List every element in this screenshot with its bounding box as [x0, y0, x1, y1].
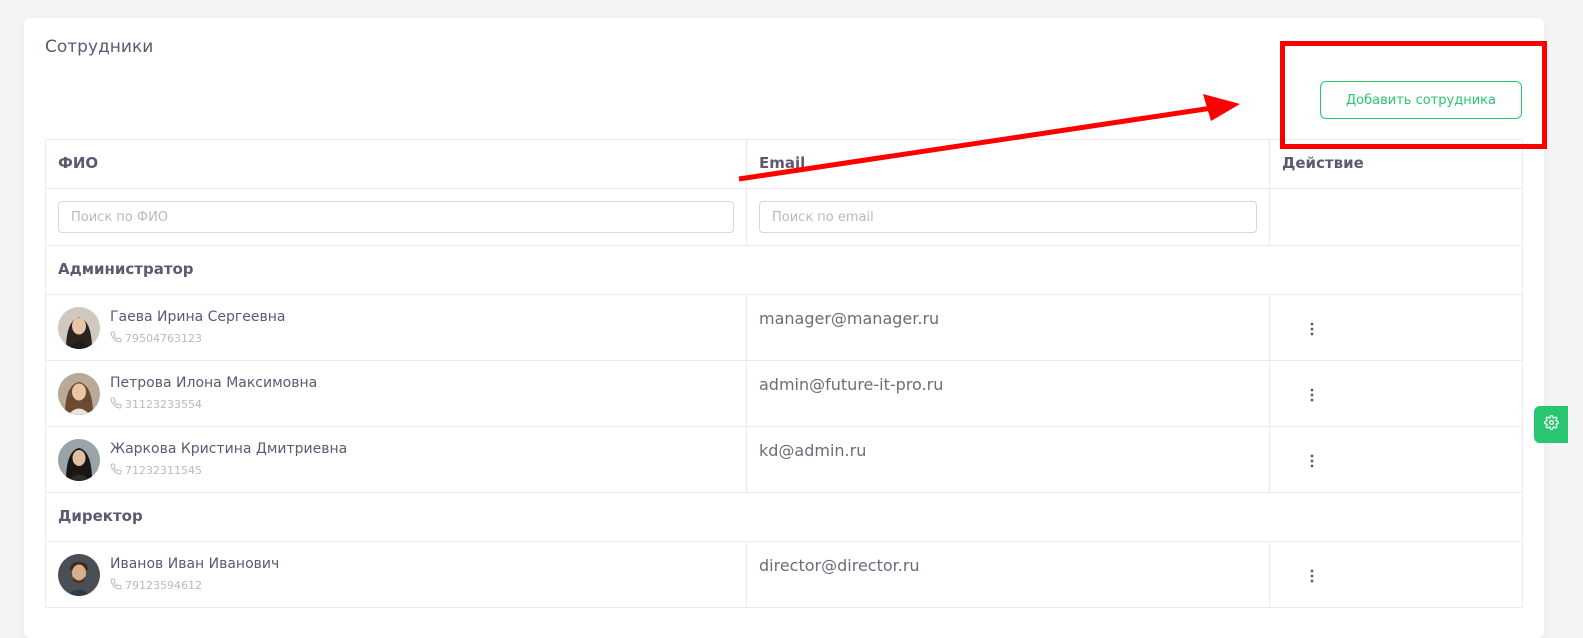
group-title: Директор [45, 492, 1523, 542]
group-row: Администратор [45, 245, 1523, 295]
table-row: Гаева Ирина Сергеевна 79504763123 manage… [45, 294, 1523, 361]
employee-email: manager@manager.ru [746, 294, 1270, 361]
employee-email: director@director.ru [746, 541, 1270, 608]
column-header-name[interactable]: ФИО [45, 139, 747, 189]
more-vertical-icon[interactable] [1302, 566, 1322, 586]
phone-icon [110, 578, 122, 593]
employee-phone-text: 31123233554 [125, 398, 202, 411]
employee-name[interactable]: Иванов Иван Иванович [110, 556, 279, 572]
avatar [58, 373, 100, 415]
employee-phone: 71232311545 [110, 463, 202, 478]
employee-email: admin@future-it-pro.ru [746, 360, 1270, 427]
name-search-input[interactable] [58, 201, 734, 233]
employee-phone-text: 79504763123 [125, 332, 202, 345]
filter-empty-cell [1269, 188, 1523, 246]
avatar [58, 307, 100, 349]
group-title: Администратор [45, 245, 1523, 295]
phone-icon [110, 463, 122, 478]
employee-name[interactable]: Жаркова Кристина Дмитриевна [110, 441, 347, 457]
more-vertical-icon[interactable] [1302, 385, 1322, 405]
table-row: Иванов Иван Иванович 79123594612 directo… [45, 541, 1523, 608]
more-vertical-icon[interactable] [1302, 451, 1322, 471]
avatar [58, 439, 100, 481]
table-row: Жаркова Кристина Дмитриевна 71232311545 … [45, 426, 1523, 493]
table-row: Петрова Илона Максимовна 31123233554 adm… [45, 360, 1523, 427]
page-title: Сотрудники [45, 37, 154, 57]
gear-icon [1543, 415, 1559, 434]
employee-phone-text: 71232311545 [125, 464, 202, 477]
phone-icon [110, 397, 122, 412]
employee-name[interactable]: Петрова Илона Максимовна [110, 375, 317, 391]
filter-row [45, 188, 1523, 246]
avatar [58, 554, 100, 596]
employee-name[interactable]: Гаева Ирина Сергеевна [110, 309, 286, 325]
column-header-email[interactable]: Email [746, 139, 1270, 189]
settings-tab[interactable] [1534, 406, 1568, 443]
group-row: Директор [45, 492, 1523, 542]
employee-email: kd@admin.ru [746, 426, 1270, 493]
phone-icon [110, 331, 122, 346]
employee-phone-text: 79123594612 [125, 579, 202, 592]
more-vertical-icon[interactable] [1302, 319, 1322, 339]
email-search-input[interactable] [759, 201, 1257, 233]
employee-phone: 79504763123 [110, 331, 202, 346]
employee-phone: 31123233554 [110, 397, 202, 412]
annotation-highlight-box [1280, 41, 1547, 149]
employees-table: ФИО Email Действие Администратор Гаева И… [45, 139, 1523, 608]
employee-phone: 79123594612 [110, 578, 202, 593]
